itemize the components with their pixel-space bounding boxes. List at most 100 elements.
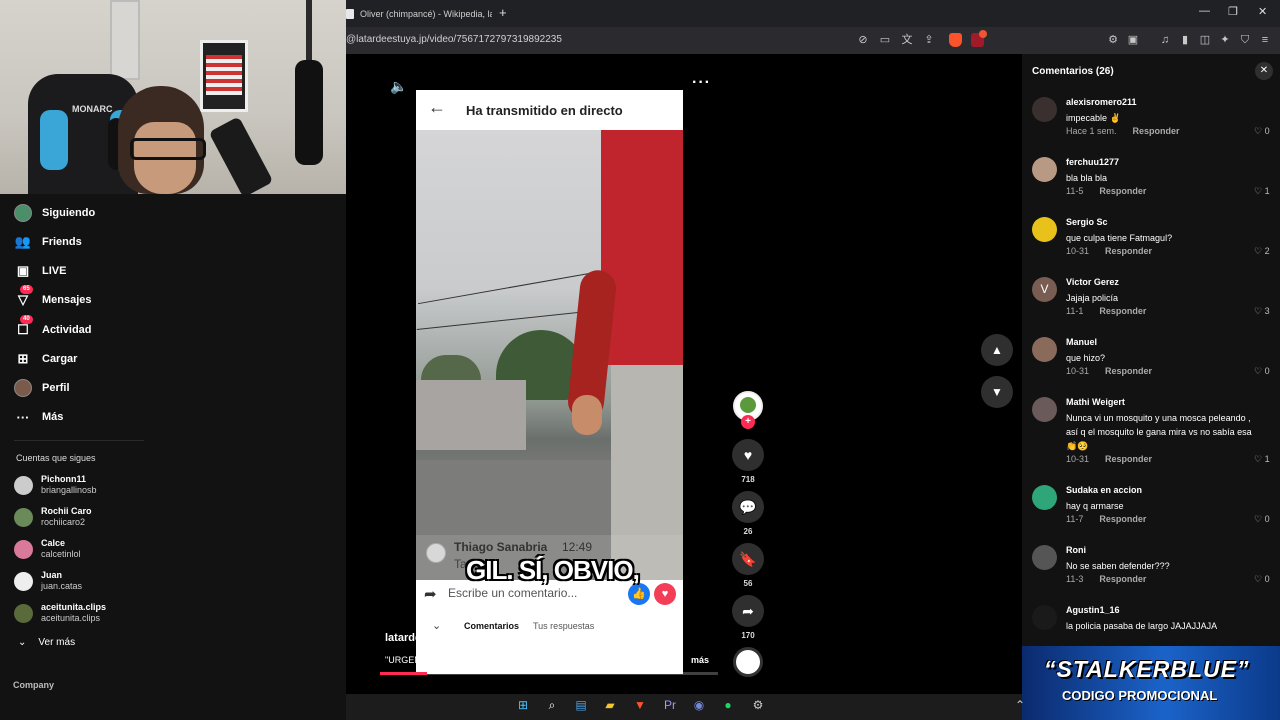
browser-tab[interactable]: Oliver (chimpancé) - Wikipedia, la en: [346, 3, 492, 25]
settings-icon[interactable]: ⚙: [750, 697, 766, 713]
minimize-button[interactable]: —: [1199, 5, 1210, 17]
company-link[interactable]: Company: [13, 680, 54, 690]
comment-button[interactable]: 💬 26: [731, 491, 765, 536]
comment-username[interactable]: ferchuu1277: [1066, 157, 1119, 167]
comment-like-button[interactable]: ♡ 1: [1254, 454, 1270, 465]
reply-button[interactable]: Responder: [1099, 306, 1146, 316]
avatar[interactable]: [1032, 397, 1057, 422]
tab-title: Oliver (chimpancé) - Wikipedia, la en: [360, 9, 492, 19]
volume-icon[interactable]: 🔈: [390, 78, 407, 95]
like-button[interactable]: ♥ 718: [731, 439, 765, 484]
avatar[interactable]: [1032, 605, 1057, 630]
windows-start-icon[interactable]: ⊞: [515, 697, 531, 713]
previous-video-button[interactable]: ▲: [981, 334, 1013, 366]
comment-username[interactable]: Sergio Sc: [1066, 217, 1108, 227]
heart-outline-icon: ♡: [1254, 514, 1265, 524]
following-account[interactable]: Calce calcetinlol: [14, 536, 81, 562]
url-field[interactable]: @latardeestuya.jp/video/7567172797319892…: [346, 34, 562, 45]
spotify-icon[interactable]: ●: [720, 697, 736, 713]
brave-browser-icon[interactable]: ▼: [632, 697, 648, 713]
close-icon[interactable]: ✕: [1255, 62, 1273, 80]
extensions-icon[interactable]: ⚙: [1106, 33, 1120, 47]
comment-like-button[interactable]: ♡ 0: [1254, 126, 1270, 137]
comment-username[interactable]: Agustin1_16: [1066, 605, 1120, 615]
tab-search-icon[interactable]: ▣: [1126, 33, 1140, 47]
reply-button[interactable]: Responder: [1105, 454, 1152, 464]
comment-like-button[interactable]: ♡ 0: [1254, 366, 1270, 377]
video-author[interactable]: latardeestuya.jp: [385, 632, 469, 644]
save-button[interactable]: 🔖 56: [731, 543, 765, 588]
comment-like-button[interactable]: ♡ 1: [1254, 186, 1270, 197]
sidebar-item-actividad[interactable]: ☐ 40 Actividad: [14, 315, 92, 342]
comment-like-button[interactable]: ♡ 0: [1254, 574, 1270, 585]
description-more-button[interactable]: más: [691, 655, 709, 665]
reply-button[interactable]: Responder: [1099, 514, 1146, 524]
comment-username[interactable]: Victor Gerez: [1066, 277, 1119, 287]
reply-button[interactable]: Responder: [1105, 366, 1152, 376]
avatar[interactable]: [1032, 545, 1057, 570]
comment-like-button[interactable]: ♡ 0: [1254, 514, 1270, 525]
avatar[interactable]: [1032, 157, 1057, 182]
search-icon[interactable]: ⌕: [544, 697, 560, 713]
reply-button[interactable]: Responder: [1105, 246, 1152, 256]
more-options-icon[interactable]: ···: [692, 74, 711, 92]
wallet-icon[interactable]: ◫: [1198, 33, 1212, 47]
following-account[interactable]: aceitunita.clips aceitunita.clips: [14, 600, 106, 626]
menu-icon[interactable]: ≡: [1258, 33, 1272, 47]
sidebar-item-siguiendo[interactable]: Siguiendo: [14, 201, 95, 225]
following-account[interactable]: Pichonn11 briangallinosb: [14, 472, 97, 498]
comment-meta: 11-1 Responder: [1066, 306, 1146, 316]
reply-button[interactable]: Responder: [1133, 126, 1180, 136]
next-video-button[interactable]: ▼: [981, 376, 1013, 408]
following-account[interactable]: Rochii Caro rochiicaro2: [14, 504, 92, 530]
reply-button[interactable]: Responder: [1099, 186, 1146, 196]
brave-shields-icon[interactable]: [949, 33, 962, 47]
translate-icon[interactable]: 文: [900, 33, 914, 47]
chevron-up-icon[interactable]: ⌃: [1012, 697, 1028, 713]
video-progress-bar[interactable]: [380, 672, 718, 675]
share-icon[interactable]: ⇪: [922, 33, 936, 47]
no-translate-icon[interactable]: ⊘: [856, 33, 870, 47]
sidebar-item-label: Friends: [42, 236, 82, 248]
comment-username[interactable]: Mathi Weigert: [1066, 397, 1125, 407]
comment-username[interactable]: Manuel: [1066, 337, 1097, 347]
share-button[interactable]: ➦ 170: [731, 595, 765, 640]
sidebar-toggle-icon[interactable]: ▮: [1178, 33, 1192, 47]
premiere-icon[interactable]: Pr: [662, 697, 678, 713]
restore-button[interactable]: ❐: [1228, 5, 1238, 18]
avatar[interactable]: [1032, 217, 1057, 242]
comment-like-button[interactable]: ♡ 2: [1254, 246, 1270, 257]
comment-username[interactable]: Roni: [1066, 545, 1086, 555]
sidebar-item-perfil[interactable]: Perfil: [14, 376, 70, 400]
comment-username[interactable]: alexisromero211: [1066, 97, 1137, 107]
follow-plus-icon[interactable]: +: [741, 415, 755, 429]
heart-reaction-icon: ♥: [654, 583, 676, 605]
avatar[interactable]: [1032, 337, 1057, 362]
sidebar-item-mas[interactable]: ··· Más: [14, 405, 64, 429]
file-explorer-icon[interactable]: ▰: [602, 697, 618, 713]
close-window-button[interactable]: ✕: [1258, 5, 1267, 18]
sidebar-item-mensajes[interactable]: ▽ 65 Mensajes: [14, 285, 92, 312]
new-tab-button[interactable]: +: [499, 5, 507, 20]
avatar[interactable]: [1032, 97, 1057, 122]
avatar[interactable]: V: [1032, 277, 1057, 302]
discord-icon[interactable]: ◉: [691, 697, 707, 713]
widgets-icon[interactable]: ▤: [573, 697, 589, 713]
vpn-shield-icon[interactable]: ⛉: [1238, 33, 1252, 47]
cast-icon[interactable]: ▭: [878, 33, 892, 47]
reply-button[interactable]: Responder: [1099, 574, 1146, 584]
music-disc-icon[interactable]: [733, 647, 763, 677]
music-icon[interactable]: ♫: [1158, 33, 1172, 47]
see-more-button[interactable]: ⌄ Ver más: [18, 637, 75, 648]
following-account[interactable]: Juan juan.catas: [14, 568, 82, 594]
video-player[interactable]: ← Ha transmitido en directo Thiago Sanab…: [416, 90, 683, 674]
sidebar-divider: [14, 440, 144, 441]
comment-like-button[interactable]: ♡ 3: [1254, 306, 1270, 317]
avatar[interactable]: [1032, 485, 1057, 510]
leo-ai-icon[interactable]: ✦: [1218, 33, 1232, 47]
sidebar-item-cargar[interactable]: ⊞ Cargar: [14, 347, 78, 371]
webcam-overlay: MONARC: [0, 0, 346, 194]
sidebar-item-live[interactable]: ▣ LIVE: [14, 259, 67, 283]
sidebar-item-friends[interactable]: 👥 Friends: [14, 230, 82, 254]
comment-username[interactable]: Sudaka en accion: [1066, 485, 1142, 495]
